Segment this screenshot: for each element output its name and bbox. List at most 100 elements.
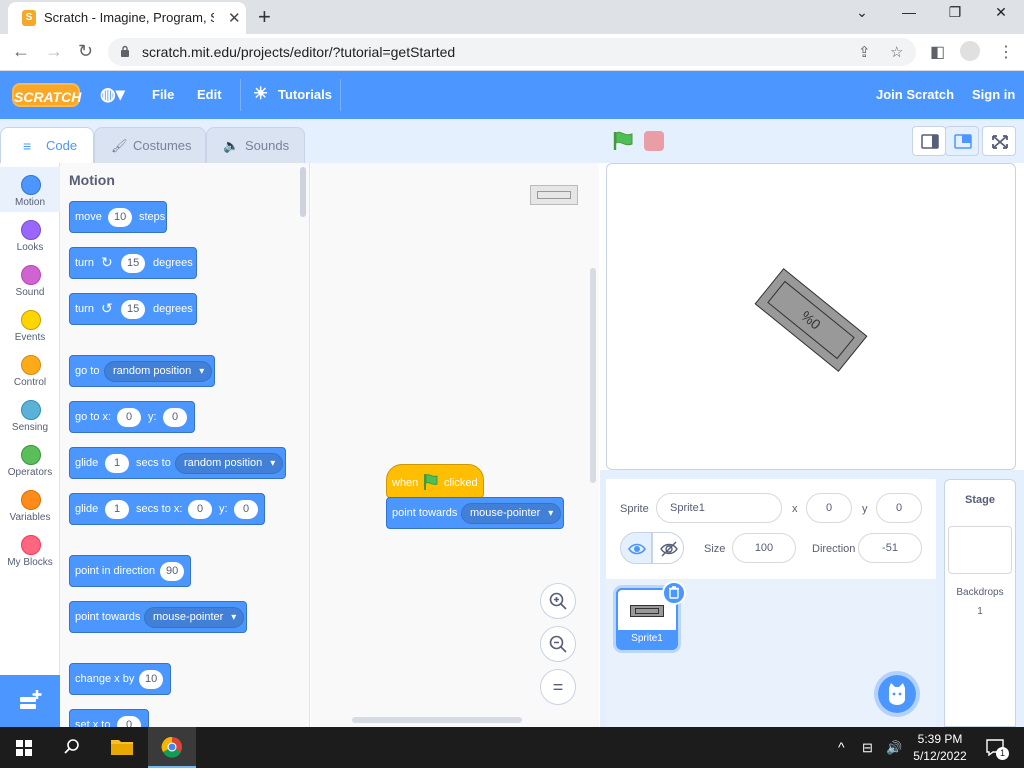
zoom-out-button[interactable]	[540, 626, 576, 662]
category-sensing[interactable]: Sensing	[0, 392, 60, 437]
profile-avatar-icon[interactable]	[960, 41, 980, 61]
change-x-block[interactable]: change x by 10	[69, 663, 171, 695]
glide-dropdown[interactable]: random position	[175, 453, 284, 474]
sprite-name-input[interactable]: Sprite1	[656, 493, 782, 523]
degrees-input[interactable]: 15	[121, 254, 146, 273]
scratch-logo[interactable]: SCRATCH	[12, 83, 81, 107]
zoom-in-button[interactable]	[540, 583, 576, 619]
bookmark-star-icon[interactable]: ☆	[890, 43, 903, 61]
secs-input[interactable]: 1	[105, 454, 129, 473]
stage-thumbnail[interactable]	[948, 526, 1012, 574]
stop-sign-icon[interactable]	[644, 131, 664, 151]
notifications-button[interactable]: 1	[982, 727, 1010, 768]
x-input[interactable]: 0	[117, 408, 141, 427]
tab-costumes[interactable]: 🖌 Costumes	[94, 127, 206, 163]
y-input[interactable]: 0	[163, 408, 187, 427]
tab-search-icon[interactable]: ⌄	[842, 4, 882, 21]
y-input[interactable]: 0	[234, 500, 258, 519]
script-point-towards-dropdown[interactable]: mouse-pointer	[461, 503, 562, 524]
category-control[interactable]: Control	[0, 347, 60, 392]
category-operators[interactable]: Operators	[0, 437, 60, 482]
fullscreen-button[interactable]	[982, 126, 1016, 156]
category-my-blocks[interactable]: My Blocks	[0, 527, 60, 572]
x-input[interactable]: 0	[188, 500, 212, 519]
set-x-block[interactable]: set x to 0	[69, 709, 149, 727]
category-motion[interactable]: Motion	[0, 167, 60, 212]
point-towards-block[interactable]: point towards mouse-pointer	[69, 601, 247, 633]
clock-date[interactable]: 5/12/2022	[906, 749, 974, 763]
delete-sprite-button[interactable]	[662, 581, 686, 605]
script-horizontal-scrollbar[interactable]	[352, 717, 522, 723]
category-events[interactable]: Events	[0, 302, 60, 347]
glide-xy-block[interactable]: glide 1 secs to x: 0 y: 0	[69, 493, 265, 525]
tutorials-menu[interactable]: Tutorials	[278, 87, 332, 102]
close-window-button[interactable]: ✕	[981, 4, 1021, 21]
degrees-input[interactable]: 15	[121, 300, 146, 319]
back-arrow-icon[interactable]: ←	[12, 41, 30, 62]
browser-tab[interactable]: S Scratch - Imagine, Program, Share ✕	[8, 2, 246, 34]
point-towards-dropdown[interactable]: mouse-pointer	[144, 607, 245, 628]
stage-selector[interactable]	[944, 479, 1016, 727]
network-icon[interactable]: ⊟	[862, 727, 880, 768]
zoom-reset-button[interactable]: =	[540, 669, 576, 705]
new-tab-button[interactable]: +	[258, 4, 271, 30]
direction-input[interactable]: 90	[160, 562, 185, 581]
steps-input[interactable]: 10	[108, 208, 133, 227]
clock-time[interactable]: 5:39 PM	[910, 732, 970, 746]
hidden-icons-chevron-icon[interactable]: ^	[838, 727, 854, 768]
volume-icon[interactable]: 🔊	[886, 727, 904, 768]
hide-sprite-button[interactable]	[652, 532, 684, 564]
green-flag-icon[interactable]	[612, 131, 634, 151]
go-to-block[interactable]: go to random position	[69, 355, 215, 387]
glide-random-block[interactable]: glide 1 secs to random position	[69, 447, 286, 479]
category-looks[interactable]: Looks	[0, 212, 60, 257]
tab-close-icon[interactable]: ✕	[228, 9, 241, 27]
palette-scrollbar[interactable]	[300, 167, 306, 217]
file-explorer-button[interactable]	[98, 727, 146, 768]
share-icon[interactable]: ⇪	[858, 43, 871, 61]
go-to-dropdown[interactable]: random position	[104, 361, 213, 382]
add-extension-button[interactable]	[0, 675, 60, 727]
category-variables[interactable]: Variables	[0, 482, 60, 527]
restore-button[interactable]: ❐	[935, 4, 975, 21]
category-sound[interactable]: Sound	[0, 257, 60, 302]
secs-input[interactable]: 1	[105, 500, 129, 519]
move-steps-block[interactable]: move 10 steps	[69, 201, 167, 233]
tab-sounds[interactable]: 🔈 Sounds	[206, 127, 305, 163]
url-text: scratch.mit.edu/projects/editor/?tutoria…	[142, 44, 456, 60]
tutorials-lightbulb-icon[interactable]: ☀	[253, 84, 268, 104]
choose-sprite-button[interactable]	[874, 671, 920, 717]
more-menu-icon[interactable]: ⋮	[998, 42, 1014, 62]
show-sprite-button[interactable]	[620, 532, 652, 564]
when-flag-clicked-hat-block[interactable]: when clicked	[386, 464, 484, 498]
change-x-input[interactable]: 10	[139, 670, 164, 689]
turn-right-block[interactable]: turn ↻ 15 degrees	[69, 247, 197, 279]
script-vertical-scrollbar[interactable]	[590, 268, 596, 483]
globe-language-icon[interactable]: ◍▾	[100, 84, 125, 105]
direction-input[interactable]: -51	[858, 533, 922, 563]
search-button[interactable]	[48, 727, 96, 768]
edit-menu[interactable]: Edit	[197, 87, 222, 102]
set-x-input[interactable]: 0	[117, 716, 141, 727]
turn-left-block[interactable]: turn ↺ 15 degrees	[69, 293, 197, 325]
point-in-direction-block[interactable]: point in direction 90	[69, 555, 191, 587]
windows-start-button[interactable]	[0, 727, 48, 768]
eye-slash-icon	[660, 541, 678, 557]
join-scratch-link[interactable]: Join Scratch	[876, 87, 954, 102]
chrome-taskbar-button[interactable]	[148, 727, 196, 768]
url-omnibox[interactable]: scratch.mit.edu/projects/editor/?tutoria…	[108, 38, 916, 66]
go-to-xy-block[interactable]: go to x: 0 y: 0	[69, 401, 195, 433]
small-stage-button[interactable]	[912, 126, 946, 156]
minimize-button[interactable]: —	[889, 4, 929, 20]
tab-code[interactable]: ≡ Code	[0, 127, 94, 163]
side-panel-icon[interactable]: ◧	[930, 42, 945, 62]
normal-stage-button[interactable]	[945, 126, 979, 156]
script-point-towards-block[interactable]: point towards mouse-pointer	[386, 497, 564, 529]
size-input[interactable]: 100	[732, 533, 796, 563]
sign-in-link[interactable]: Sign in	[972, 87, 1015, 102]
forward-arrow-icon[interactable]: →	[45, 41, 63, 62]
reload-icon[interactable]: ↻	[78, 41, 93, 62]
file-menu[interactable]: File	[152, 87, 174, 102]
x-position-input[interactable]: 0	[806, 493, 852, 523]
y-position-input[interactable]: 0	[876, 493, 922, 523]
